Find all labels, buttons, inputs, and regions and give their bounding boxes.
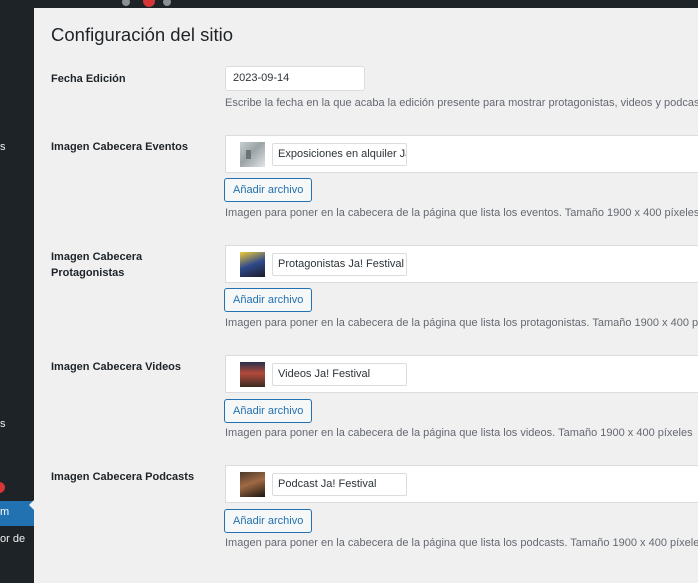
eventos-description: Imagen para poner en la cabecera de la p… bbox=[225, 207, 698, 219]
sidebar-menu-item[interactable]: s bbox=[0, 141, 6, 153]
eventos-add-file-button[interactable]: Añadir archivo bbox=[224, 178, 313, 202]
videos-file-name[interactable]: Videos Ja! Festival bbox=[272, 363, 407, 386]
protagonistas-file-name[interactable]: Protagonistas Ja! Festival bbox=[272, 253, 407, 276]
protagonistas-file-preview: Protagonistas Ja! Festival bbox=[225, 245, 698, 283]
admin-bar bbox=[0, 0, 698, 8]
admin-sidebar: s s m or de bbox=[0, 8, 34, 583]
notification-badge[interactable] bbox=[143, 0, 155, 7]
protagonistas-add-file-button[interactable]: Añadir archivo bbox=[224, 288, 313, 312]
podcasts-thumbnail bbox=[240, 472, 265, 497]
admin-bar-icon[interactable] bbox=[163, 0, 171, 6]
podcasts-file-preview: Podcast Ja! Festival bbox=[225, 465, 698, 503]
eventos-thumbnail bbox=[240, 142, 265, 167]
eventos-file-name[interactable]: Exposiciones en alquiler Ja bbox=[272, 143, 407, 166]
protagonistas-image-label: Imagen Cabecera Protagonistas bbox=[51, 251, 143, 279]
sidebar-menu-item[interactable]: or de bbox=[0, 533, 25, 545]
fecha-edicion-input[interactable]: 2023-09-14 bbox=[225, 66, 365, 91]
protagonistas-thumbnail bbox=[240, 252, 265, 277]
podcasts-file-name[interactable]: Podcast Ja! Festival bbox=[272, 473, 407, 496]
current-menu-arrow bbox=[29, 498, 36, 512]
admin-bar-icon[interactable] bbox=[122, 0, 130, 6]
sidebar-current-item-label: m bbox=[0, 506, 10, 518]
videos-file-preview: Videos Ja! Festival bbox=[225, 355, 698, 393]
page-title: Configuración del sitio bbox=[51, 24, 234, 45]
fecha-edicion-description: Escribe la fecha en la que acaba la edic… bbox=[225, 97, 698, 109]
podcasts-image-label: Imagen Cabecera Podcasts bbox=[51, 471, 195, 483]
eventos-file-preview: Exposiciones en alquiler Ja bbox=[225, 135, 698, 173]
fecha-edicion-label: Fecha Edición bbox=[51, 73, 126, 85]
sidebar-menu-item[interactable]: s bbox=[0, 418, 6, 430]
sidebar-update-badge bbox=[0, 482, 5, 493]
podcasts-description: Imagen para poner en la cabecera de la p… bbox=[225, 537, 698, 549]
videos-image-label: Imagen Cabecera Videos bbox=[51, 361, 182, 373]
podcasts-add-file-button[interactable]: Añadir archivo bbox=[224, 509, 313, 533]
protagonistas-description: Imagen para poner en la cabecera de la p… bbox=[225, 317, 698, 329]
videos-thumbnail bbox=[240, 362, 265, 387]
videos-add-file-button[interactable]: Añadir archivo bbox=[224, 399, 313, 423]
eventos-image-label: Imagen Cabecera Eventos bbox=[51, 141, 188, 153]
videos-description: Imagen para poner en la cabecera de la p… bbox=[225, 427, 693, 439]
